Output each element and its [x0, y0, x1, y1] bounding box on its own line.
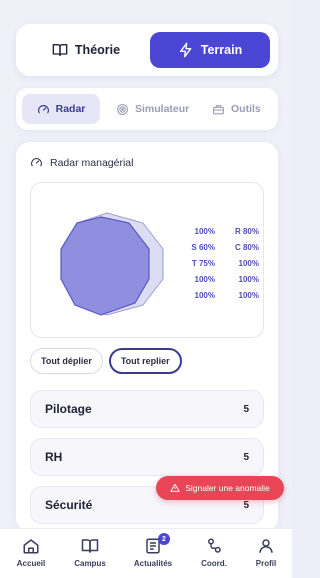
nav-label: Accueil: [16, 559, 46, 568]
legend-row: S 60% C 80%: [181, 239, 259, 255]
tab-simulateur[interactable]: Simulateur: [108, 94, 197, 124]
nav-label: Campus: [74, 559, 106, 568]
user-icon: [259, 539, 273, 553]
tab-radar[interactable]: Radar: [22, 94, 100, 124]
tab-outils[interactable]: Outils: [204, 94, 269, 124]
legend-row: T 75% 100%: [181, 255, 259, 271]
book-icon: [81, 539, 99, 553]
book-open-icon: [52, 44, 68, 56]
legend-cell: R 80%: [234, 226, 259, 236]
report-anomaly-button[interactable]: Signaler une anomalie: [156, 476, 284, 500]
radar-chart: [60, 212, 164, 316]
nav-label: Coord.: [201, 559, 227, 568]
section-rh[interactable]: RH 5: [30, 438, 264, 476]
radar-title: Radar managérial: [30, 156, 133, 169]
section-label: Sécurité: [45, 498, 93, 512]
app-screen: Théorie Terrain Radar Simulateur Outils …: [0, 0, 292, 578]
nav-actualites[interactable]: 2 Actualités: [125, 533, 181, 568]
legend-cell: 100%: [238, 274, 259, 284]
nav-campus[interactable]: Campus: [62, 537, 118, 568]
sub-tabs: Radar Simulateur Outils: [16, 88, 278, 130]
legend-cell: T 75%: [191, 258, 215, 268]
notification-badge: 2: [158, 533, 170, 545]
section-count: 5: [243, 451, 249, 463]
section-count: 5: [243, 499, 249, 511]
section-count: 5: [243, 403, 249, 415]
bottom-nav: Accueil Campus 2 Actualités Coord. Profi…: [0, 528, 292, 578]
radar-legend: 100% R 80% S 60% C 80% T 75% 100% 100% 1…: [181, 223, 259, 303]
mode-toggle: Théorie Terrain: [16, 24, 278, 76]
nav-coord[interactable]: Coord.: [186, 537, 242, 568]
legend-cell: S 60%: [191, 242, 215, 252]
terrain-button[interactable]: Terrain: [150, 32, 270, 68]
section-label: Pilotage: [45, 402, 92, 416]
legend-cell: 100%: [238, 290, 259, 300]
legend-row: 100% 100%: [181, 271, 259, 287]
nav-label: Actualités: [133, 559, 173, 568]
legend-row: 100% R 80%: [181, 223, 259, 239]
legend-cell: 100%: [194, 226, 215, 236]
theorie-label: Théorie: [74, 43, 121, 57]
gauge-icon: [37, 104, 49, 113]
legend-cell: 100%: [194, 274, 215, 284]
legend-cell: C 80%: [234, 242, 259, 252]
home-icon: [23, 539, 39, 554]
report-label: Signaler une anomalie: [185, 483, 270, 493]
gauge-icon: [31, 158, 42, 167]
nav-profil[interactable]: Profil: [238, 537, 294, 568]
radar-value-polygon: [60, 216, 150, 316]
legend-cell: 100%: [238, 258, 259, 268]
legend-row: 100% 100%: [181, 287, 259, 303]
target-icon: [117, 103, 128, 115]
tab-radar-label: Radar: [55, 103, 86, 115]
radar-chart-box: 100% R 80% S 60% C 80% T 75% 100% 100% 1…: [30, 182, 264, 338]
nav-label: Profil: [255, 559, 277, 568]
tab-outils-label: Outils: [231, 103, 261, 115]
network-icon: [208, 538, 221, 553]
tab-simulateur-label: Simulateur: [135, 103, 190, 115]
expand-controls: Tout déplier Tout replier: [30, 348, 182, 374]
section-pilotage[interactable]: Pilotage 5: [30, 390, 264, 428]
legend-cell: 100%: [194, 290, 215, 300]
terrain-label: Terrain: [200, 43, 243, 57]
radar-title-text: Radar managérial: [50, 156, 134, 169]
theorie-button[interactable]: Théorie: [26, 32, 146, 68]
expand-all-button[interactable]: Tout déplier: [30, 348, 103, 374]
collapse-all-button[interactable]: Tout replier: [108, 348, 182, 374]
nav-accueil[interactable]: Accueil: [3, 537, 59, 568]
lightning-icon: [179, 42, 192, 58]
toolbox-icon: [213, 104, 224, 114]
section-label: RH: [45, 450, 63, 464]
radar-card: Radar managérial 100% R 80% S 60% C 80% …: [16, 142, 278, 532]
warning-icon: [170, 483, 180, 492]
